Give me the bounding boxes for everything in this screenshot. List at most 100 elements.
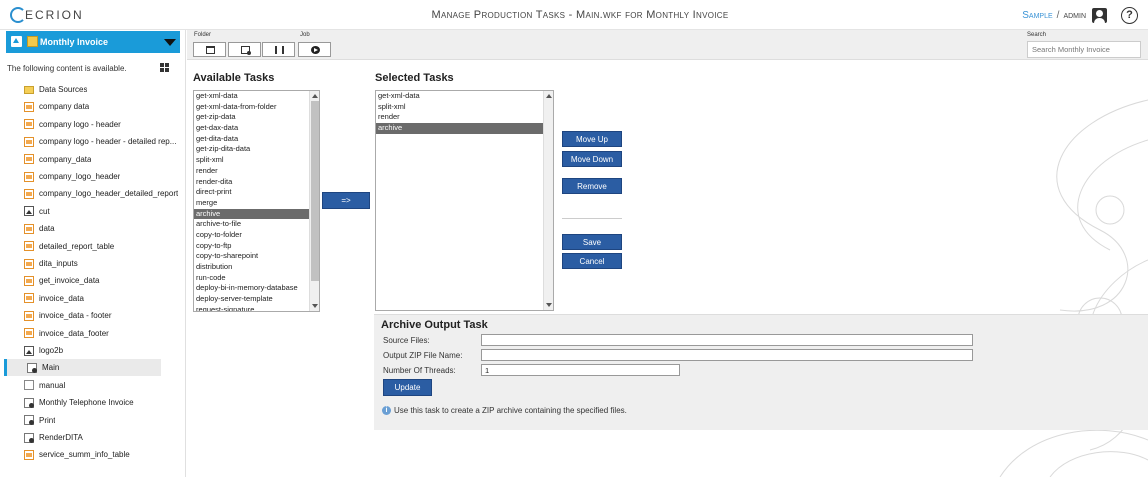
help-button[interactable]: ? xyxy=(1121,6,1138,24)
available-scrollbar[interactable] xyxy=(309,91,319,311)
tree-item[interactable]: detailed_report_table xyxy=(24,238,181,255)
archive-output-panel: Archive Output Task Source Files: Output… xyxy=(374,314,1148,430)
tools-button[interactable] xyxy=(262,42,295,57)
tree-item[interactable]: Data Sources xyxy=(24,81,181,98)
scroll-up-icon[interactable] xyxy=(546,94,552,98)
list-item[interactable]: render xyxy=(376,112,553,123)
cancel-button[interactable]: Cancel xyxy=(562,253,622,269)
available-tasks-list[interactable]: get-xml-data get-xml-data-from-folder get-… xyxy=(193,90,320,312)
grid-view-icon[interactable] xyxy=(160,63,169,72)
project-selector[interactable]: Monthly Invoice xyxy=(6,31,180,53)
scroll-down-icon[interactable] xyxy=(546,303,552,307)
folder-icon xyxy=(24,86,34,94)
tree-item[interactable]: logo2b xyxy=(24,342,181,359)
list-item[interactable]: get-dita-data xyxy=(194,134,319,145)
run-job-button[interactable] xyxy=(298,42,331,57)
list-item[interactable]: distribution xyxy=(194,262,319,273)
list-item[interactable]: archive xyxy=(376,123,553,134)
file-icon xyxy=(24,258,34,269)
new-folder-button[interactable] xyxy=(193,42,226,57)
tree-item[interactable]: service_summ_info_table xyxy=(24,446,181,463)
tree-item[interactable]: invoice_data - footer xyxy=(24,307,181,324)
list-item[interactable]: copy-to-sharepoint xyxy=(194,251,319,262)
file-icon xyxy=(24,119,34,130)
source-files-label: Source Files: xyxy=(383,336,430,345)
tree-item-label: Print xyxy=(39,415,56,425)
up-arrow-icon[interactable] xyxy=(11,36,22,47)
list-item[interactable]: copy-to-folder xyxy=(194,230,319,241)
list-item[interactable]: split-xml xyxy=(376,102,553,113)
source-files-input[interactable] xyxy=(481,334,973,346)
scroll-up-icon[interactable] xyxy=(312,94,318,98)
output-zip-input[interactable] xyxy=(481,349,973,361)
remove-button[interactable]: Remove xyxy=(562,178,622,194)
logo-text: ECRION xyxy=(25,8,84,22)
tree-item-label: cut xyxy=(39,206,50,216)
avatar-icon[interactable] xyxy=(1092,7,1107,23)
tree-item[interactable]: invoice_data xyxy=(24,290,181,307)
list-item[interactable]: get-xml-data-from-folder xyxy=(194,102,319,113)
tree-item[interactable]: data xyxy=(24,220,181,237)
tree-item[interactable]: company_logo_header xyxy=(24,168,181,185)
tree-item-label: detailed_report_table xyxy=(39,241,115,251)
list-item[interactable]: direct-print xyxy=(194,187,319,198)
tree-item[interactable]: Monthly Telephone Invoice xyxy=(24,394,181,411)
tree-item[interactable]: Main xyxy=(4,359,161,377)
chevron-down-icon[interactable] xyxy=(164,39,176,46)
ecrion-logo[interactable]: ECRION xyxy=(10,7,96,23)
list-item[interactable]: render xyxy=(194,166,319,177)
info-text: Use this task to create a ZIP archive co… xyxy=(394,406,627,415)
user-link[interactable]: Sample xyxy=(1022,10,1052,21)
search-input[interactable] xyxy=(1027,41,1141,58)
tree-item[interactable]: company logo - header xyxy=(24,116,181,133)
tree-item[interactable]: RenderDITA xyxy=(24,429,181,446)
tree-item[interactable]: dita_inputs xyxy=(24,255,181,272)
move-down-button[interactable]: Move Down xyxy=(562,151,622,167)
tree-item[interactable]: Print xyxy=(24,412,181,429)
list-item[interactable]: get-xml-data xyxy=(194,91,319,102)
list-item[interactable]: copy-to-ftp xyxy=(194,241,319,252)
user-separator: / xyxy=(1056,9,1060,21)
list-item[interactable]: render-dita xyxy=(194,177,319,188)
folder-settings-button[interactable] xyxy=(228,42,261,57)
tree-item[interactable]: company_logo_header_detailed_report xyxy=(24,185,181,202)
selected-tasks-list[interactable]: get-xml-data split-xml render archive xyxy=(375,90,554,311)
actions-divider xyxy=(562,218,622,219)
file-icon xyxy=(24,328,34,339)
selected-scrollbar[interactable] xyxy=(543,91,553,310)
list-item[interactable]: archive-to-file xyxy=(194,219,319,230)
list-item[interactable]: request-signature xyxy=(194,305,319,311)
tree-item[interactable]: manual xyxy=(24,377,181,394)
tree-item[interactable]: company_data xyxy=(24,151,181,168)
list-item[interactable]: merge xyxy=(194,198,319,209)
save-button[interactable]: Save xyxy=(562,234,622,250)
tree-item-label: Monthly Telephone Invoice xyxy=(39,398,134,408)
tree-item[interactable]: company data xyxy=(24,98,181,115)
list-item[interactable]: archive xyxy=(194,208,319,220)
tree-item-label: company logo - header xyxy=(39,119,121,129)
list-item[interactable]: run-code xyxy=(194,273,319,284)
update-button[interactable]: Update xyxy=(383,379,432,396)
file-icon xyxy=(24,101,34,112)
tree-item[interactable]: cut xyxy=(24,203,181,220)
tree-item[interactable]: company logo - header - detailed rep... xyxy=(24,133,181,150)
tree-item[interactable]: get_invoice_data xyxy=(24,272,181,289)
file-icon xyxy=(24,449,34,460)
add-task-button[interactable]: => xyxy=(322,192,370,209)
list-item[interactable]: deploy-bi-in-memory-database xyxy=(194,283,319,294)
list-item[interactable]: get-dax-data xyxy=(194,123,319,134)
list-item[interactable]: get-zip-dita-data xyxy=(194,144,319,155)
tree-item-label: dita_inputs xyxy=(39,259,78,268)
move-up-button[interactable]: Move Up xyxy=(562,131,622,147)
scroll-thumb[interactable] xyxy=(311,101,319,281)
tree-item-label: RenderDITA xyxy=(39,433,83,442)
list-item[interactable]: get-xml-data xyxy=(376,91,553,102)
list-item[interactable]: split-xml xyxy=(194,155,319,166)
user-name[interactable]: admin xyxy=(1063,10,1086,21)
scroll-down-icon[interactable] xyxy=(312,304,318,308)
list-item[interactable]: get-zip-data xyxy=(194,112,319,123)
list-item[interactable]: deploy-server-template xyxy=(194,294,319,305)
archive-panel-title: Archive Output Task xyxy=(381,319,488,331)
threads-input[interactable] xyxy=(481,364,680,376)
tree-item[interactable]: invoice_data_footer xyxy=(24,325,181,342)
